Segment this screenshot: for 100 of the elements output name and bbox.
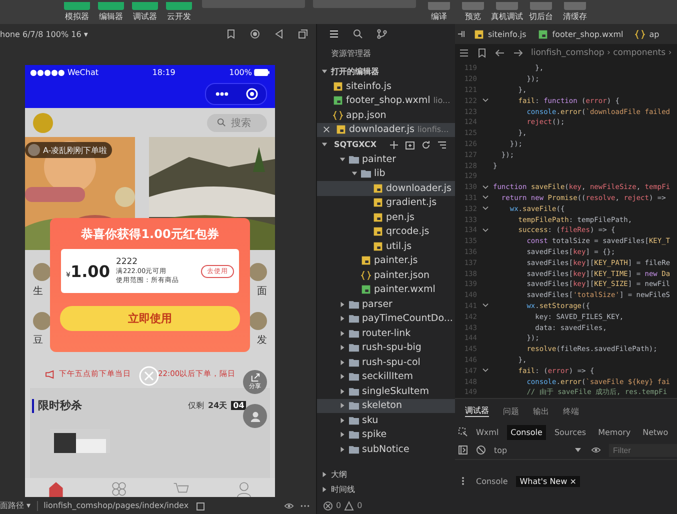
folder-item[interactable]: parser	[317, 297, 455, 312]
folder-item[interactable]: seckillItem	[317, 370, 455, 384]
branch-icon[interactable]	[377, 29, 387, 39]
capsule-menu[interactable]	[205, 83, 267, 105]
file-item[interactable]: downloader.js	[317, 181, 455, 196]
toolbar-button[interactable]: 切后台	[526, 2, 556, 22]
folder-item[interactable]: lib	[317, 166, 455, 181]
add-file-icon[interactable]	[388, 140, 399, 150]
fold-icon[interactable]	[482, 98, 488, 104]
file-item[interactable]: painter.json	[317, 268, 455, 282]
open-editor-item[interactable]: app.json	[317, 108, 455, 122]
fold-icon[interactable]	[482, 303, 488, 308]
editor-tab[interactable]: siteinfo.js	[469, 24, 532, 44]
filter-field[interactable]: Filter	[609, 444, 677, 456]
folder-item[interactable]: router-link	[317, 326, 455, 340]
devtools-tab[interactable]: Memory	[594, 424, 635, 440]
search-icon[interactable]	[353, 29, 363, 39]
editor-tab[interactable]: footer_shop.wxml	[533, 24, 628, 44]
file-item[interactable]: painter.js	[317, 254, 455, 268]
toolbar-button[interactable]: 模拟器	[62, 2, 92, 22]
copy-icon[interactable]	[194, 500, 205, 510]
home-tab-icon[interactable]	[48, 481, 64, 497]
folder-item[interactable]: subNotice	[317, 442, 455, 456]
toolbar-button[interactable]: 清缓存	[560, 2, 590, 22]
bookmark-icon[interactable]	[226, 29, 236, 39]
back-icon[interactable]	[274, 29, 284, 39]
panel-tab[interactable]: 问题	[503, 406, 519, 416]
record-icon[interactable]	[250, 29, 260, 39]
refresh-icon[interactable]	[420, 140, 431, 150]
devtools-tab[interactable]: Wxml	[472, 424, 503, 440]
close-icon[interactable]	[323, 126, 330, 134]
section-header[interactable]: 打开的编辑器	[317, 64, 455, 79]
toolbar-button[interactable]: 编译	[424, 2, 454, 22]
page-path-label[interactable]: 面路径 ▾	[0, 500, 31, 511]
back-icon[interactable]	[495, 48, 505, 58]
file-item[interactable]: painter.wxml	[317, 282, 455, 297]
inspect-icon[interactable]	[458, 427, 468, 437]
section-header[interactable]: 时间线	[317, 482, 455, 497]
device-selector[interactable]: hone 6/7/8 100% 16 ▾	[0, 30, 88, 38]
use-now-button[interactable]: 立即使用	[60, 306, 240, 331]
toolbar-button[interactable]: 编辑器	[96, 2, 126, 22]
forward-icon[interactable]	[513, 48, 523, 58]
drawer-tab[interactable]: What's New ×	[516, 476, 580, 486]
more-icon[interactable]	[214, 91, 228, 97]
file-item[interactable]: pen.js	[317, 210, 455, 224]
category-label[interactable]: 发	[257, 333, 267, 347]
sidebar-icon[interactable]	[458, 445, 468, 455]
collapse-icon[interactable]	[436, 140, 447, 150]
file-item[interactable]: gradient.js	[317, 196, 455, 210]
folder-item[interactable]: rush-spu-big	[317, 340, 455, 355]
braces-icon	[635, 30, 646, 38]
eye-icon[interactable]	[591, 445, 601, 455]
expanded-caret-icon[interactable]	[321, 141, 328, 148]
list-icon[interactable]	[459, 48, 469, 58]
folder-item[interactable]: rush-spu-col	[317, 355, 455, 370]
eye-icon[interactable]	[284, 500, 294, 510]
toolbar-button[interactable]: 调试器	[130, 2, 160, 22]
context-select[interactable]: top	[494, 446, 565, 454]
open-editor-item[interactable]: siteinfo.js	[317, 79, 455, 94]
breadcrumb[interactable]: lionfish_comshop › components ›	[531, 48, 672, 58]
coupon-name: 2222	[116, 257, 139, 267]
fold-icon[interactable]	[482, 206, 488, 212]
folder-item[interactable]: painter	[317, 152, 455, 166]
category-label[interactable]: 面	[257, 284, 267, 298]
section-header[interactable]: 大纲	[317, 467, 455, 482]
bookmark-icon[interactable]	[477, 48, 487, 58]
clear-icon[interactable]	[476, 445, 486, 455]
devtools-tab[interactable]: Netwo	[638, 424, 672, 440]
fold-icon[interactable]	[482, 228, 488, 233]
folder-item[interactable]: spike	[317, 428, 455, 442]
collapsed-caret-icon[interactable]	[321, 486, 328, 493]
folder-item[interactable]: singleSkuItem	[317, 384, 455, 398]
toolbar-button[interactable]: 预览	[458, 2, 488, 22]
category-label[interactable]: 生	[33, 284, 43, 298]
windows-icon[interactable]	[298, 29, 308, 39]
collapsed-caret-icon[interactable]	[321, 471, 328, 478]
toolbar-button[interactable]: 云开发	[164, 2, 194, 22]
split-icon[interactable]	[457, 29, 467, 39]
fold-icon[interactable]	[482, 368, 488, 374]
devtools-tab[interactable]: Console	[506, 424, 546, 440]
editor-tab[interactable]: ap	[630, 24, 664, 44]
project-header[interactable]: SQTGXCX	[317, 137, 455, 152]
folder-item[interactable]: sku	[317, 413, 455, 428]
category-label[interactable]: 豆	[33, 333, 43, 347]
folder-item[interactable]: skeleton	[317, 398, 455, 413]
open-editor-item[interactable]: footer_shop.wxml lio...	[317, 94, 455, 108]
fold-icon[interactable]	[482, 195, 488, 200]
expanded-caret-icon[interactable]	[321, 68, 328, 75]
file-item[interactable]: util.js	[317, 239, 455, 254]
folder-item[interactable]: payTimeCountDo...	[317, 312, 455, 326]
drawer-tab[interactable]: Console	[476, 476, 508, 486]
panel-tab[interactable]: 调试器	[465, 405, 489, 417]
file-item[interactable]: qrcode.js	[317, 224, 455, 239]
devtools-tab[interactable]: Sources	[550, 424, 590, 440]
add-folder-icon[interactable]	[404, 140, 415, 150]
open-editor-item[interactable]: downloader.js lionfis...	[317, 122, 455, 137]
panel-tab[interactable]: 终端	[563, 406, 579, 416]
fold-icon[interactable]	[482, 184, 488, 190]
panel-tab[interactable]: 输出	[533, 406, 549, 416]
toolbar-button[interactable]: 真机调试	[492, 2, 522, 22]
